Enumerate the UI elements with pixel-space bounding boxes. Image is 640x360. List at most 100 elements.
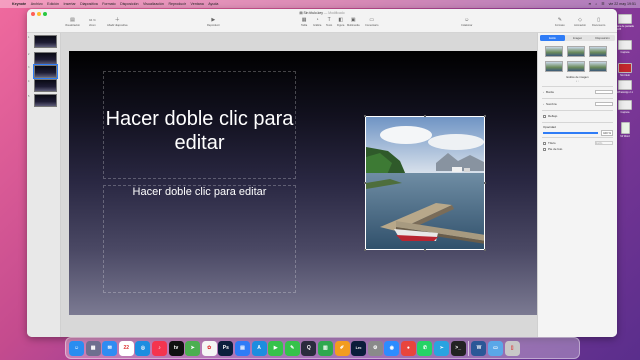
wifi-icon[interactable]: ≋	[588, 2, 591, 6]
chart-button[interactable]: ◔ Gráfica	[313, 17, 321, 27]
shadow-style-popup[interactable]	[595, 102, 613, 106]
shape-button[interactable]: ◧ Figura	[337, 17, 344, 27]
format-button[interactable]: ✎ Formato	[555, 17, 565, 27]
appletv-icon[interactable]: tv	[168, 340, 184, 356]
finder-icon[interactable]: ☺	[69, 340, 84, 356]
body-placeholder[interactable]	[103, 185, 296, 293]
reflection-section[interactable]: Reflejo	[543, 114, 613, 118]
resize-handle-bottom-left[interactable]	[364, 249, 366, 251]
image-style-swatch[interactable]	[545, 61, 563, 72]
paintbrush-icon: ✎	[557, 17, 562, 23]
slide[interactable]: Hacer doble clic para editar Hacer doble…	[69, 51, 537, 315]
calendar-icon[interactable]: 22	[118, 340, 134, 356]
word-icon[interactable]: W	[471, 340, 487, 356]
tab-imagen[interactable]: Imagen	[565, 35, 590, 41]
tab-estilo[interactable]: Estilo	[540, 35, 565, 41]
mail-icon[interactable]: ✉	[102, 340, 118, 356]
shadow-section[interactable]: › Sombra	[543, 102, 613, 106]
comment-button[interactable]: ▭ Comentario	[365, 17, 378, 27]
document-name[interactable]: Sin título.key	[304, 11, 323, 15]
image-style-swatch[interactable]	[567, 61, 585, 72]
slide-thumbnail[interactable]	[34, 52, 57, 65]
quicktime-icon[interactable]: Q	[301, 340, 317, 356]
slide-thumbnail-selected[interactable]	[33, 64, 58, 79]
photos-icon[interactable]: ✿	[201, 340, 217, 356]
reflection-checkbox[interactable]	[543, 114, 546, 118]
animate-button[interactable]: ◇ Animación	[574, 17, 586, 27]
inspector-tabs: Estilo Imagen Disposición	[540, 35, 615, 41]
folder-icon[interactable]: ▭	[488, 340, 504, 356]
pages-icon[interactable]: ✐	[334, 340, 350, 356]
settings-icon[interactable]: ⚙	[367, 340, 383, 356]
collaborate-button[interactable]: ☺ Colaborar	[461, 17, 472, 27]
view-button[interactable]: ▤ Visualización	[65, 17, 80, 27]
zoom-icon[interactable]: ◉	[384, 340, 400, 356]
slide-body[interactable]: Hacer doble clic para editar	[103, 186, 296, 198]
menu-visualizacion[interactable]: Visualización	[143, 2, 164, 6]
caption-checkbox[interactable]	[543, 147, 546, 151]
slide-thumbnail[interactable]	[34, 79, 57, 92]
control-center-icon[interactable]: ☰	[601, 2, 604, 6]
resize-handle-top-left[interactable]	[364, 115, 366, 117]
search-icon[interactable]: ⌕	[595, 2, 597, 6]
chrome-icon[interactable]: ●	[400, 340, 416, 356]
play-button[interactable]: ▶ Reproducir	[207, 17, 220, 27]
menu-ventana[interactable]: Ventana	[191, 2, 204, 6]
border-section[interactable]: › Borde	[543, 90, 613, 94]
title-style-popup[interactable]: Estilo	[595, 141, 613, 145]
animate-label: Animación	[574, 24, 587, 27]
terminal-icon[interactable]: >_	[450, 340, 466, 356]
launchpad-icon[interactable]: ▦	[85, 340, 101, 356]
slide-title[interactable]: Hacer doble clic para editar	[103, 107, 296, 155]
appstore-icon[interactable]: A	[251, 340, 267, 356]
menu-insertar[interactable]: Insertar	[63, 2, 75, 6]
telegram-icon[interactable]: ➢	[434, 340, 450, 356]
trash-icon[interactable]: ▯	[504, 340, 520, 356]
lightroom-icon[interactable]: Lrc	[351, 340, 367, 356]
opacity-slider[interactable]	[543, 132, 598, 134]
safari-icon[interactable]: ◎	[135, 340, 151, 356]
resize-handle-top[interactable]	[424, 115, 426, 117]
numbers-icon[interactable]: ▥	[317, 340, 333, 356]
resize-handle-bottom[interactable]	[424, 249, 426, 251]
music-icon[interactable]: ♪	[151, 340, 167, 356]
menu-reproducir[interactable]: Reproducir	[168, 2, 186, 6]
image-style-swatch[interactable]	[567, 46, 585, 57]
media-button[interactable]: ▣ Multimedia	[347, 17, 360, 27]
table-button[interactable]: ▦ Tabla	[301, 17, 307, 27]
menu-diapositiva[interactable]: Diapositiva	[80, 2, 98, 6]
slide-thumbnail[interactable]	[34, 35, 57, 48]
resize-handle-top-right[interactable]	[484, 115, 486, 117]
menu-ayuda[interactable]: Ayuda	[208, 2, 218, 6]
image-style-swatch[interactable]	[589, 46, 607, 57]
menu-keynote[interactable]: Keynote	[12, 2, 26, 6]
menu-disposicion[interactable]: Disposición	[120, 2, 138, 6]
media-icon: ▣	[350, 17, 356, 23]
menu-formato[interactable]: Formato	[102, 2, 115, 6]
menu-clock[interactable]: vie 22 may 19:51	[609, 2, 636, 6]
add-slide-button[interactable]: ＋ Añadir diapositiva	[107, 17, 127, 27]
image-style-swatch[interactable]	[589, 61, 607, 72]
menu-archivo[interactable]: Archivo	[31, 2, 43, 6]
resize-handle-left[interactable]	[364, 182, 366, 184]
slide-photo[interactable]	[365, 116, 485, 250]
facetime-icon[interactable]: ▶	[268, 340, 284, 356]
maps-icon[interactable]: ➤	[185, 340, 201, 356]
title-checkbox[interactable]	[543, 141, 546, 145]
messages-icon[interactable]: ✎	[284, 340, 300, 356]
opacity-value-field[interactable]: 100 %	[601, 130, 613, 136]
page-dots[interactable]: • ◦	[538, 79, 617, 83]
tab-disposicion[interactable]: Disposición	[590, 35, 615, 41]
text-button[interactable]: T Texto	[326, 17, 332, 27]
border-style-popup[interactable]	[595, 90, 613, 94]
whatsapp-icon[interactable]: ✆	[417, 340, 433, 356]
photoshop-icon[interactable]: Ps	[218, 340, 234, 356]
slide-thumbnail[interactable]	[34, 94, 57, 107]
document-button[interactable]: ▯ Documento	[592, 17, 605, 27]
menu-edicion[interactable]: Edición	[47, 2, 59, 6]
keynote-icon[interactable]: ▤	[234, 340, 250, 356]
resize-handle-right[interactable]	[484, 182, 486, 184]
zoom-menu[interactable]: 94 % Zoom	[89, 17, 96, 27]
resize-handle-bottom-right[interactable]	[484, 249, 486, 251]
image-style-swatch[interactable]	[545, 46, 563, 57]
